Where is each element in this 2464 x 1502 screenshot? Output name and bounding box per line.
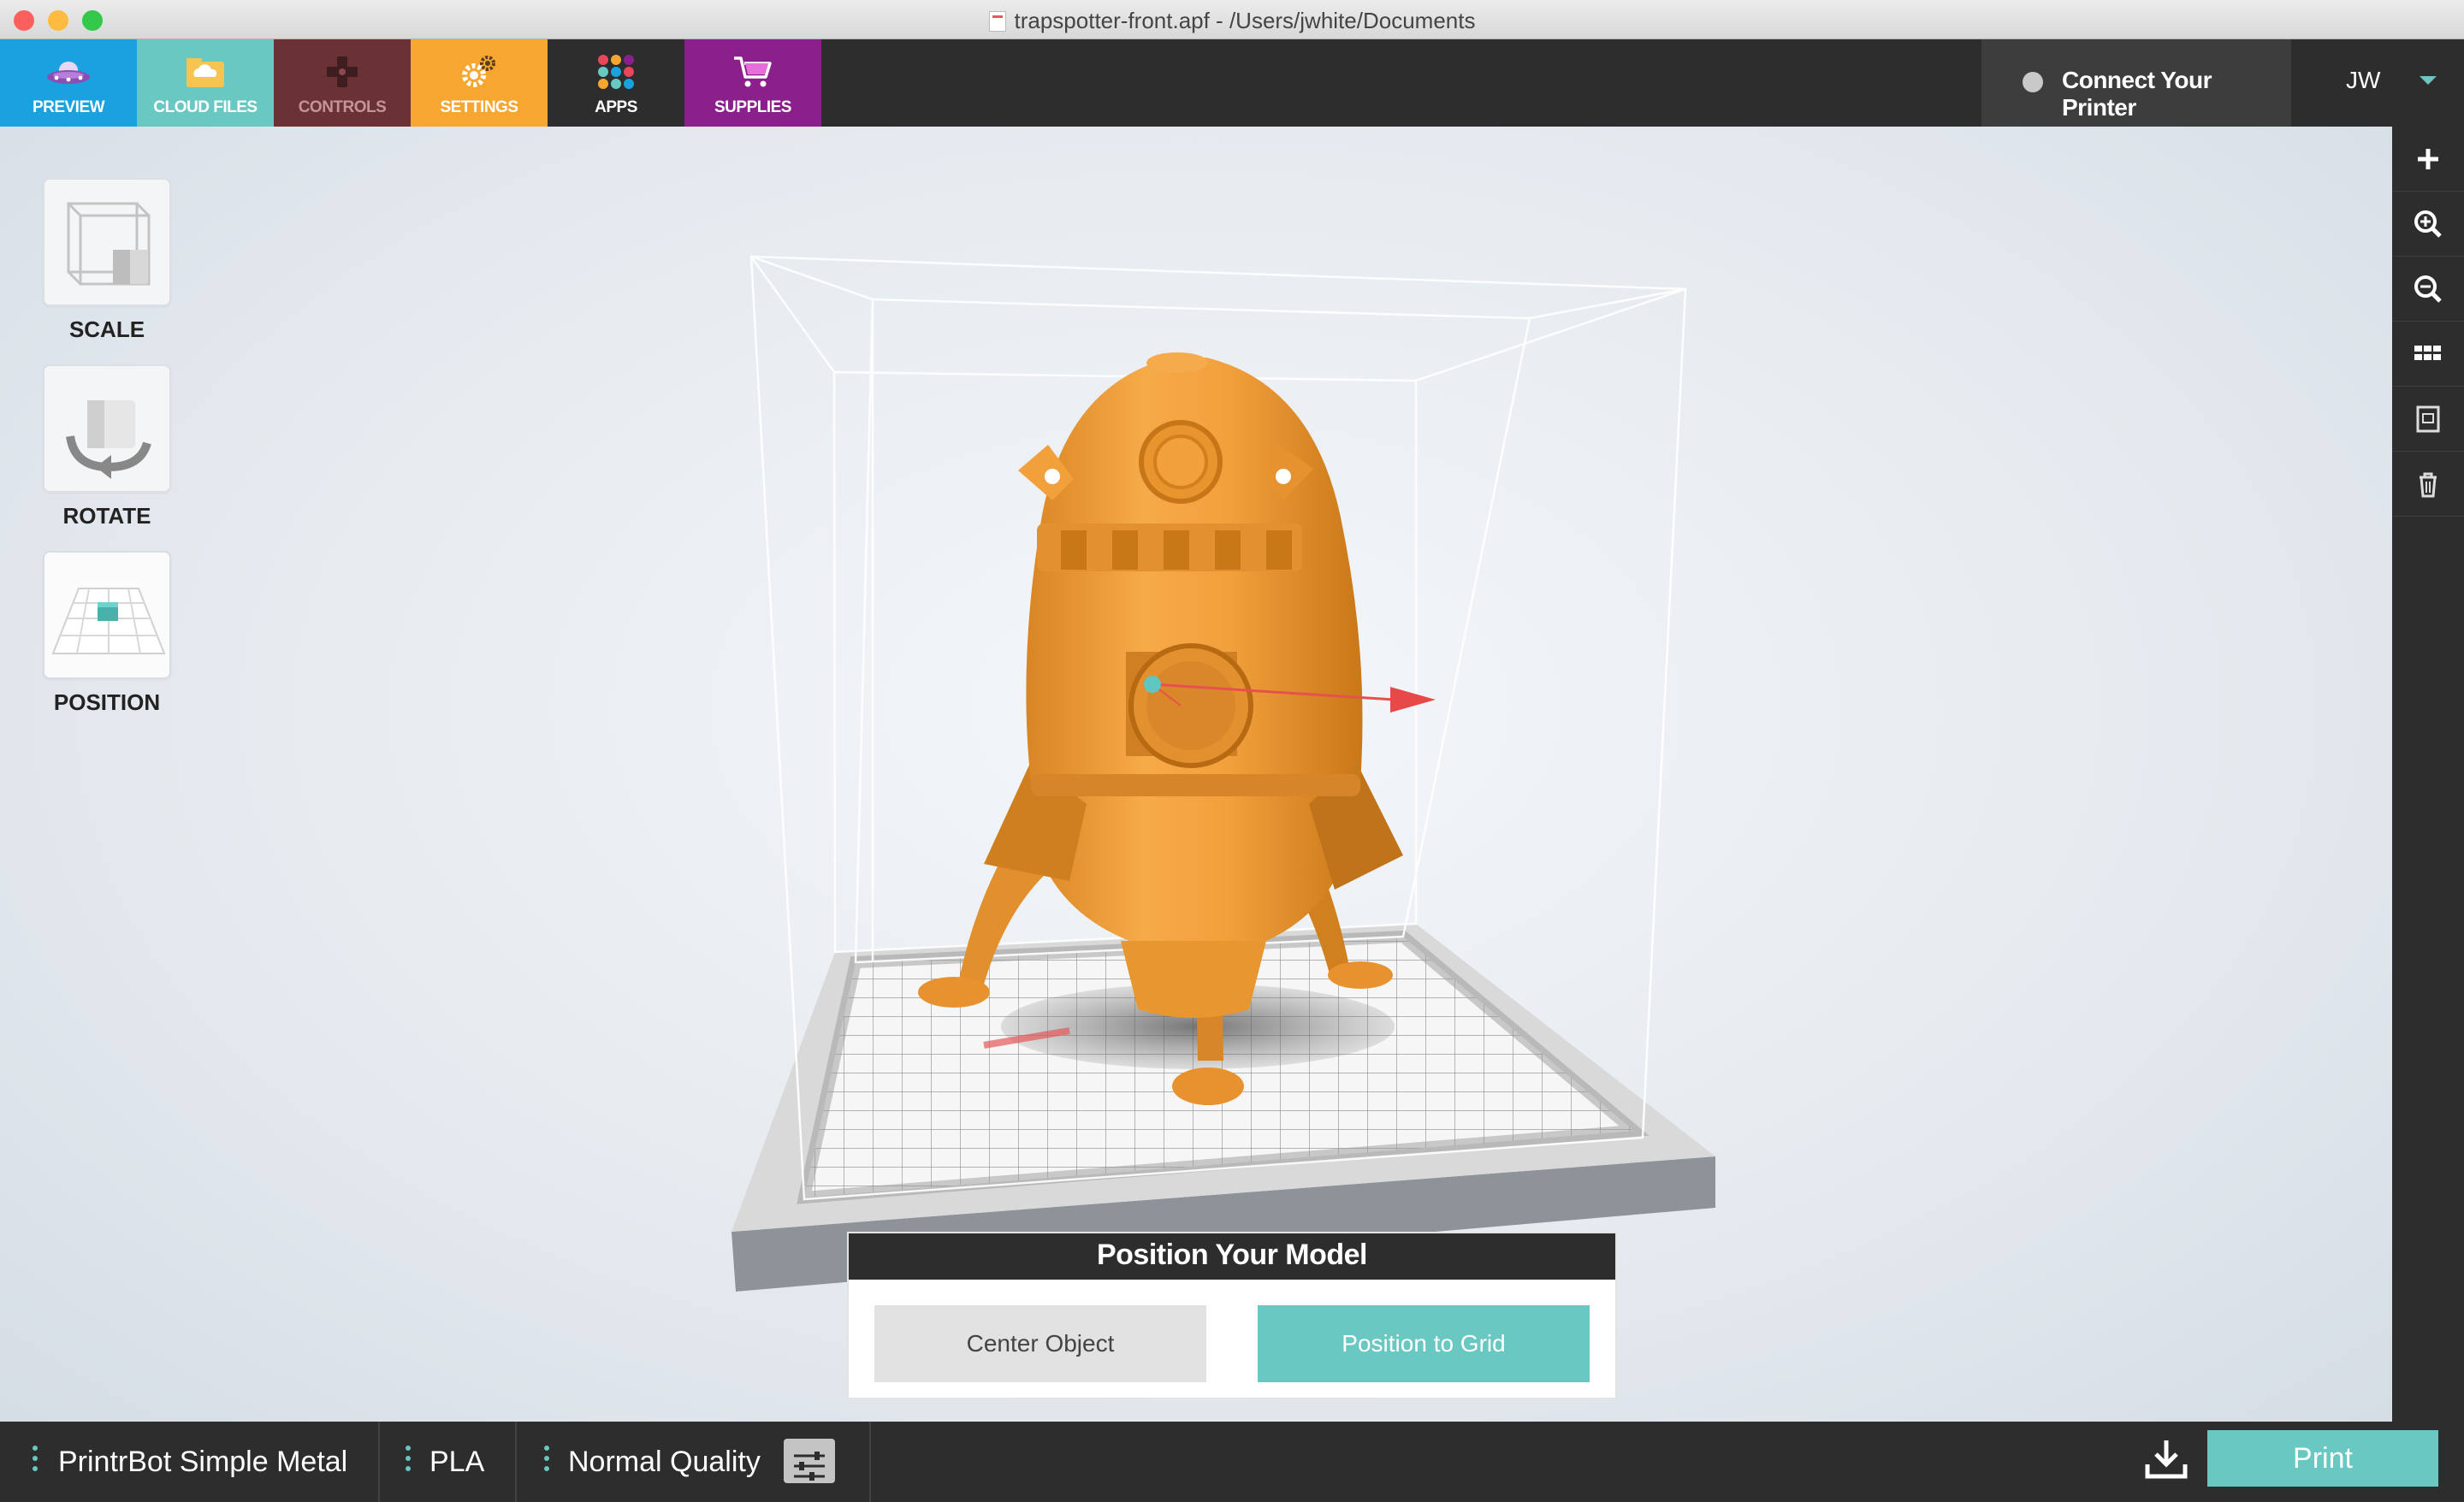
material-selector[interactable]: PLA [380, 1422, 517, 1502]
zoom-in-icon [2414, 210, 2442, 238]
document-icon [988, 11, 1006, 32]
grid-view-button[interactable] [2392, 322, 2464, 387]
tab-supplies-label: SUPPLIES [714, 98, 791, 116]
build-scene[interactable] [0, 127, 2392, 1422]
tab-preview-label: PREVIEW [32, 98, 105, 116]
bottom-bar: PrintrBot Simple Metal PLA Normal Qualit… [0, 1422, 2464, 1502]
right-toolbar [2392, 127, 2464, 1422]
window-title: trapspotter-front.apf - /Users/jwhite/Do… [0, 8, 2464, 34]
rotate-cube-icon [66, 400, 151, 479]
scale-box-icon [67, 202, 151, 286]
user-initials: JW [2346, 67, 2381, 93]
quality-selector[interactable]: Normal Quality [517, 1422, 871, 1502]
print-button[interactable]: Print [2207, 1430, 2438, 1487]
top-nav-bar: PREVIEW CLOUD FILES CONTROLS SETTINGS AP… [0, 39, 2464, 127]
position-panel: Position Your Model Center Object Positi… [847, 1232, 1617, 1399]
delete-button[interactable] [2392, 452, 2464, 517]
dpad-icon [327, 56, 358, 87]
connection-status-dot [2023, 72, 2043, 92]
scale-tool-button[interactable] [43, 178, 171, 306]
center-object-button[interactable]: Center Object [874, 1305, 1206, 1382]
rotate-tool-button[interactable] [43, 364, 171, 493]
grid-view-icon [2414, 346, 2441, 360]
tab-cloud-files-label: CLOUD FILES [153, 98, 258, 116]
apps-grid-icon [598, 55, 634, 89]
tab-cloud-files[interactable]: CLOUD FILES [137, 39, 274, 127]
position-tool-label: POSITION [53, 689, 161, 715]
tab-supplies[interactable]: SUPPLIES [684, 39, 821, 127]
tab-apps-label: APPS [595, 98, 637, 116]
kebab-menu-icon [33, 1446, 38, 1476]
connect-printer-button[interactable]: Connect Your Printer [1981, 39, 2291, 127]
trash-icon [2420, 472, 2437, 498]
scale-tool-label: SCALE [68, 316, 145, 342]
add-model-button[interactable] [2392, 127, 2464, 192]
duplicate-button[interactable] [2392, 387, 2464, 452]
kebab-menu-icon [406, 1446, 411, 1476]
app-window: trapspotter-front.apf - /Users/jwhite/Do… [0, 0, 2464, 1502]
rotate-tool-label: ROTATE [62, 503, 151, 529]
add-icon [2418, 149, 2438, 169]
gears-icon [462, 56, 495, 87]
printer-name: PrintrBot Simple Metal [58, 1446, 348, 1478]
quality-name: Normal Quality [568, 1446, 761, 1478]
cart-icon [734, 56, 772, 87]
3d-viewport[interactable]: SCALE ROTATE POSITION [0, 127, 2392, 1422]
tab-settings-label: SETTINGS [440, 98, 518, 116]
tab-preview[interactable]: PREVIEW [0, 39, 137, 127]
position-to-grid-button[interactable]: Position to Grid [1258, 1305, 1590, 1382]
duplicate-icon [2416, 405, 2440, 433]
sliders-icon[interactable] [784, 1439, 835, 1483]
position-grid-icon [51, 588, 166, 654]
panel-title: Position Your Model [849, 1233, 1615, 1280]
zoom-in-button[interactable] [2392, 192, 2464, 257]
material-name: PLA [429, 1446, 485, 1478]
download-icon[interactable] [2142, 1435, 2190, 1483]
chevron-down-icon[interactable] [2420, 76, 2437, 85]
kebab-menu-icon [544, 1446, 549, 1476]
zoom-out-button[interactable] [2392, 257, 2464, 322]
cloud-folder-icon [187, 58, 224, 87]
zoom-out-icon [2414, 275, 2442, 303]
window-title-text: trapspotter-front.apf - /Users/jwhite/Do… [1014, 8, 1476, 33]
tab-settings[interactable]: SETTINGS [411, 39, 548, 127]
printer-selector[interactable]: PrintrBot Simple Metal [0, 1422, 380, 1502]
user-menu[interactable]: JW [2346, 67, 2380, 94]
tab-controls-label: CONTROLS [298, 98, 387, 116]
position-tool-button[interactable] [43, 551, 171, 679]
connect-printer-label: Connect Your Printer [2062, 67, 2212, 121]
tab-controls[interactable]: CONTROLS [274, 39, 411, 127]
title-bar: trapspotter-front.apf - /Users/jwhite/Do… [0, 0, 2464, 39]
tab-apps[interactable]: APPS [548, 39, 684, 127]
ufo-icon [47, 62, 90, 84]
